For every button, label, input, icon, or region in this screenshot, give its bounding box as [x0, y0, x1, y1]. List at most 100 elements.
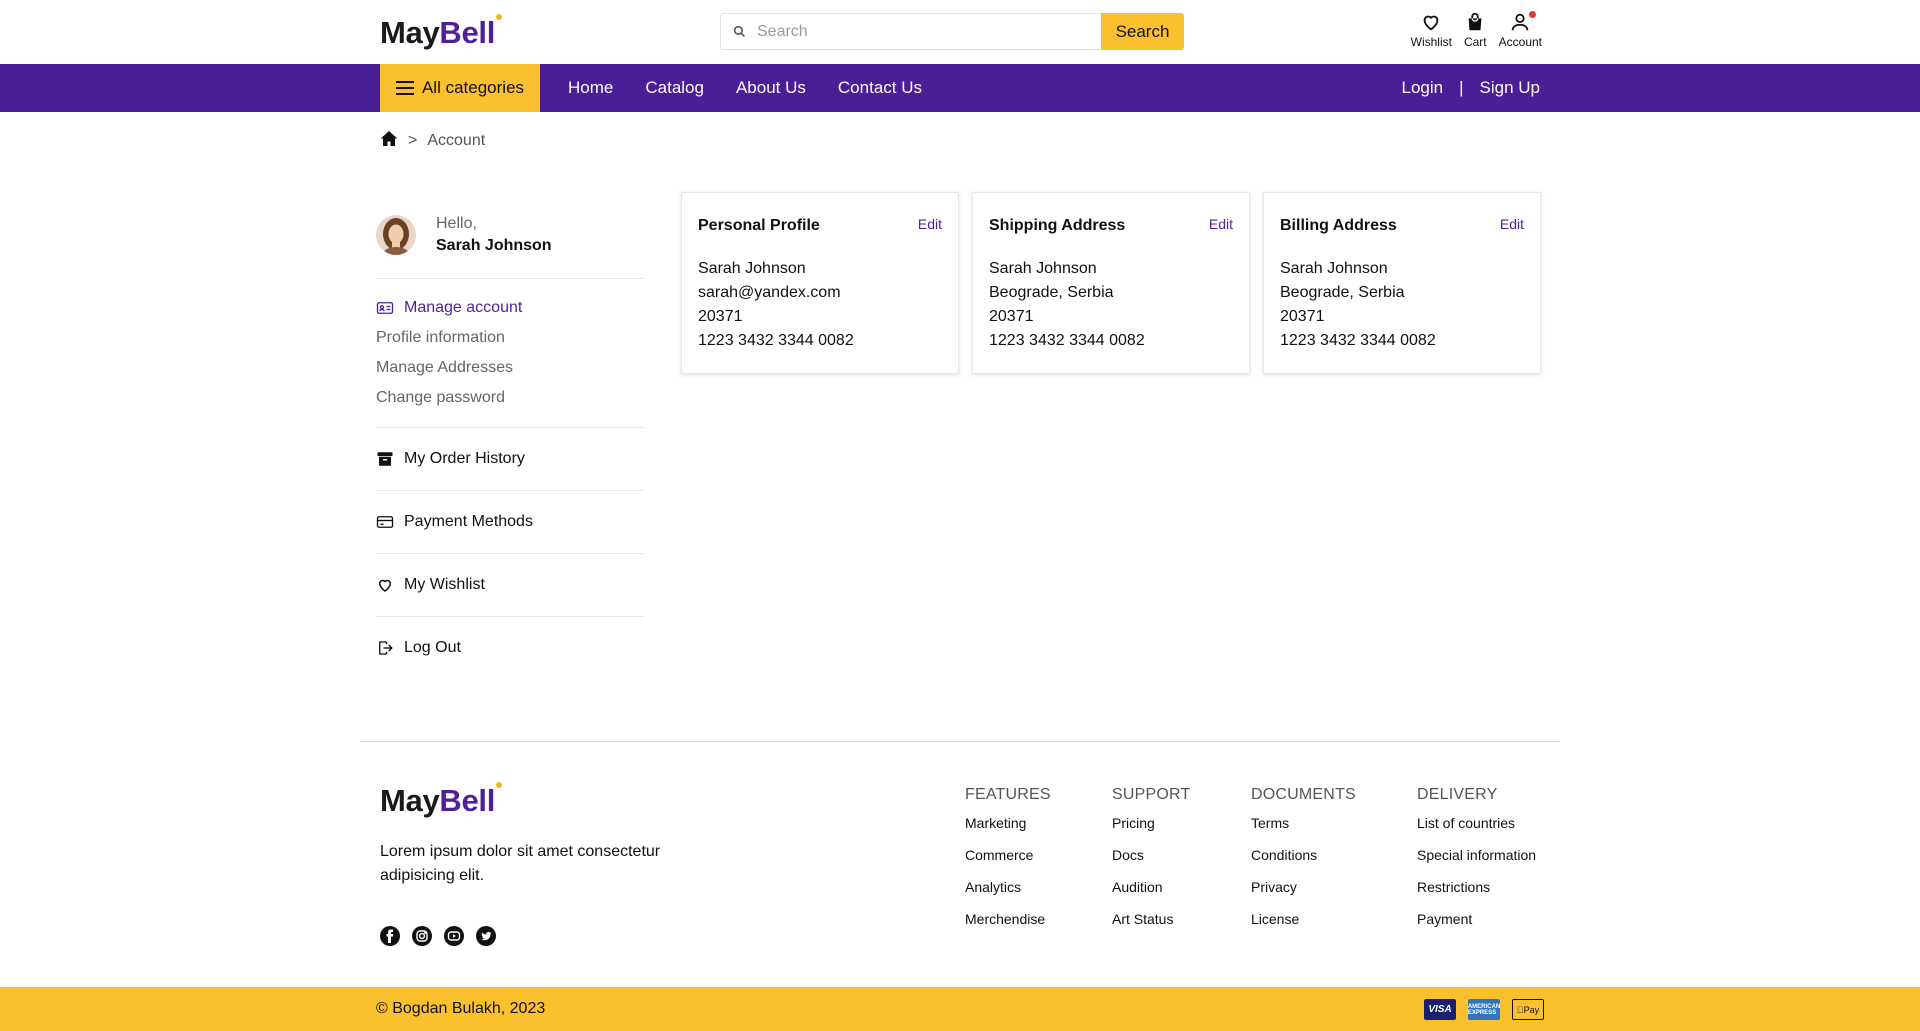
signup-link[interactable]: Sign Up — [1480, 78, 1540, 98]
billing-address-card: Billing Address Edit Sarah Johnson Beogr… — [1263, 192, 1541, 374]
footer-link[interactable]: Art Status — [1112, 910, 1251, 942]
manage-account-label: Manage account — [404, 298, 523, 316]
payment-methods-label: Payment Methods — [404, 512, 533, 530]
footer-link[interactable]: Restrictions — [1417, 878, 1536, 910]
order-history-item: My Order History — [376, 428, 644, 491]
footer-link[interactable]: Privacy — [1251, 878, 1417, 910]
logo-part1: May — [380, 783, 440, 818]
manage-account-link[interactable]: Manage account — [376, 299, 644, 317]
footer-link[interactable]: Pricing — [1112, 814, 1251, 846]
search-button[interactable]: Search — [1101, 13, 1184, 50]
payment-methods-link[interactable]: Payment Methods — [376, 513, 644, 531]
footer-link[interactable]: Marketing — [965, 814, 1112, 846]
header-icons: Wishlist Cart Account — [1411, 11, 1542, 49]
search-input[interactable] — [757, 14, 1101, 49]
search-icon — [721, 14, 757, 49]
facebook-icon[interactable] — [380, 926, 400, 946]
footer-link[interactable]: Special information — [1417, 846, 1536, 878]
order-history-link[interactable]: My Order History — [376, 450, 644, 468]
menu-icon — [395, 81, 414, 95]
apple-pay-icon: Pay — [1512, 999, 1544, 1020]
avatar — [376, 215, 416, 256]
footer-link[interactable]: Terms — [1251, 814, 1417, 846]
logout-label: Log Out — [404, 638, 461, 656]
breadcrumb-home[interactable] — [380, 130, 398, 152]
logo[interactable]: MayBell — [380, 14, 503, 50]
logout-link[interactable]: Log Out — [376, 639, 644, 657]
user-icon — [1512, 13, 1529, 31]
breadcrumb: > Account — [380, 130, 485, 152]
top-header: MayBell Search Wishlist Cart Account — [0, 0, 1920, 64]
credit-card-icon — [376, 515, 394, 528]
heart-icon — [378, 579, 392, 592]
youtube-icon[interactable] — [444, 926, 464, 946]
footer-link[interactable]: License — [1251, 910, 1417, 942]
footer-link[interactable]: Analytics — [965, 878, 1112, 910]
card-line: 20371 — [1280, 308, 1325, 325]
heart-icon — [1423, 15, 1439, 31]
all-categories-button[interactable]: All categories — [380, 64, 540, 112]
footer-link[interactable]: Payment — [1417, 910, 1536, 942]
footer-divider — [360, 741, 1560, 742]
footer-link[interactable]: Commerce — [965, 846, 1112, 878]
manage-account-group: Manage account Profile information Manag… — [376, 279, 644, 428]
footer-link[interactable]: Audition — [1112, 878, 1251, 910]
social-links — [380, 926, 496, 946]
card-line: Sarah Johnson — [989, 260, 1097, 277]
nav-about-us[interactable]: About Us — [736, 78, 806, 98]
card-title: Personal Profile — [698, 217, 820, 234]
card-body: Sarah Johnson sarah@yandex.com 20371 122… — [698, 257, 942, 353]
home-icon — [380, 131, 398, 146]
footer-link[interactable]: List of countries — [1417, 814, 1536, 846]
card-line: 1223 3432 3344 0082 — [698, 332, 854, 349]
login-link[interactable]: Login — [1401, 78, 1443, 98]
footer-heading: SUPPORT — [1112, 786, 1191, 803]
personal-profile-card: Personal Profile Edit Sarah Johnson sara… — [681, 192, 959, 374]
account-link[interactable]: Account — [1499, 11, 1542, 49]
auth-links: Login | Sign Up — [1401, 64, 1540, 112]
footer-link[interactable]: Conditions — [1251, 846, 1417, 878]
edit-personal-profile-link[interactable]: Edit — [918, 216, 942, 232]
card-body: Sarah Johnson Beograde, Serbia 20371 122… — [989, 257, 1233, 353]
greeting-text: Hello, — [436, 215, 477, 232]
card-line: Beograde, Serbia — [1280, 284, 1405, 301]
twitter-icon[interactable] — [476, 926, 496, 946]
footer-link[interactable]: Docs — [1112, 846, 1251, 878]
user-name: Sarah Johnson — [436, 237, 552, 255]
order-history-label: My Order History — [404, 449, 525, 467]
all-categories-label: All categories — [421, 78, 525, 97]
nav-links: Home Catalog About Us Contact Us — [568, 64, 922, 112]
instagram-icon[interactable] — [412, 926, 432, 946]
archive-box-icon — [377, 452, 393, 466]
visa-icon: VISA — [1424, 999, 1456, 1020]
notification-dot — [1529, 11, 1536, 18]
account-cards: Personal Profile Edit Sarah Johnson sara… — [681, 192, 1541, 374]
change-password-link[interactable]: Change password — [376, 389, 644, 407]
nav-home[interactable]: Home — [568, 78, 613, 98]
footer-logo[interactable]: MayBell — [380, 782, 503, 818]
my-wishlist-link[interactable]: My Wishlist — [376, 576, 644, 594]
card-line: 20371 — [989, 308, 1034, 325]
wishlist-link[interactable]: Wishlist — [1411, 11, 1452, 49]
manage-addresses-link[interactable]: Manage Addresses — [376, 359, 644, 377]
breadcrumb-separator: > — [408, 132, 418, 149]
wishlist-label: Wishlist — [1410, 35, 1452, 49]
edit-billing-address-link[interactable]: Edit — [1500, 216, 1524, 232]
payment-methods-item: Payment Methods — [376, 491, 644, 554]
nav-catalog[interactable]: Catalog — [645, 78, 704, 98]
wishlist-item: My Wishlist — [376, 554, 644, 617]
payment-icons: VISA AMERICAN EXPRESS Pay — [1424, 999, 1544, 1020]
logo-part1: May — [380, 15, 440, 50]
card-body: Sarah Johnson Beograde, Serbia 20371 122… — [1280, 257, 1524, 353]
footer-link[interactable]: Merchendise — [965, 910, 1112, 942]
card-line: Beograde, Serbia — [989, 284, 1114, 301]
footer-heading: FEATURES — [965, 786, 1051, 803]
profile-information-link[interactable]: Profile information — [376, 329, 644, 347]
edit-shipping-address-link[interactable]: Edit — [1209, 216, 1233, 232]
nav-contact-us[interactable]: Contact Us — [838, 78, 922, 98]
footer-col-features: FEATURES Marketing Commerce Analytics Me… — [965, 786, 1112, 942]
copyright: © Bogdan Bulakh, 2023 — [376, 1000, 546, 1017]
id-card-icon — [376, 301, 394, 314]
cart-link[interactable]: Cart — [1464, 11, 1487, 49]
shopping-bag-icon — [1468, 12, 1482, 31]
